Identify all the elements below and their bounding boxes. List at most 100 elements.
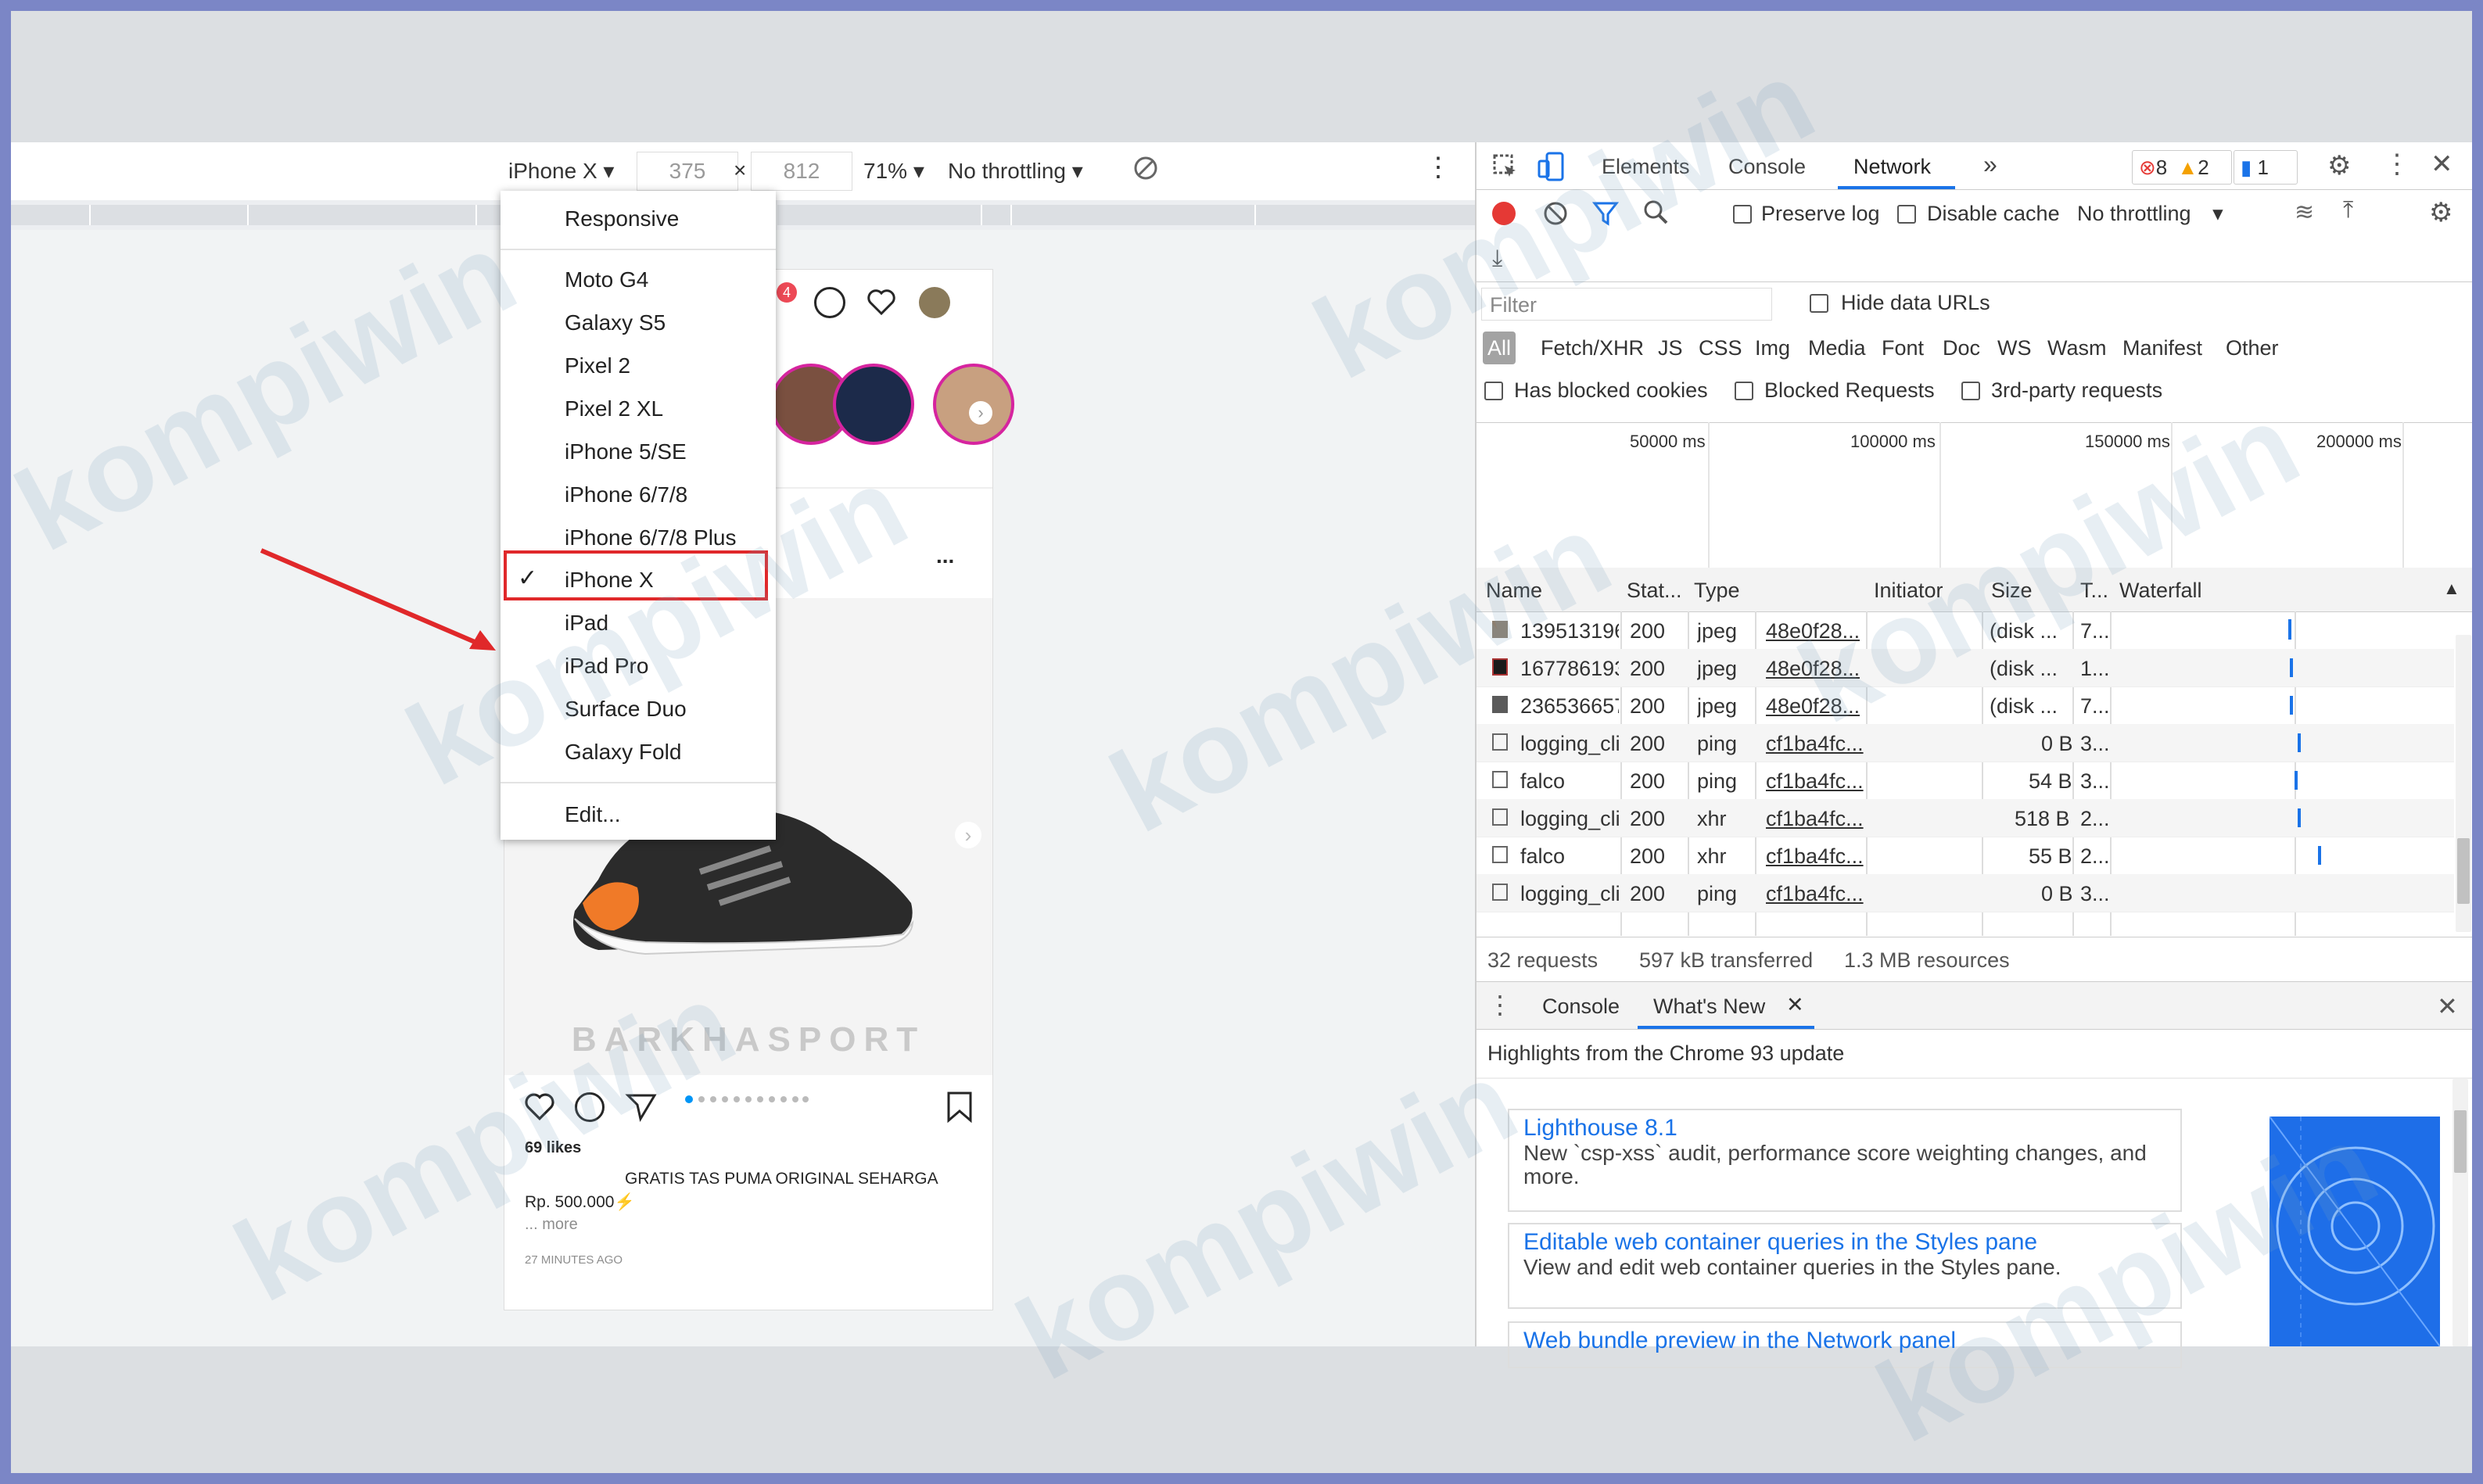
search-icon[interactable] xyxy=(1642,199,1669,231)
filter-type[interactable]: Img xyxy=(1755,336,1790,360)
share-icon[interactable] xyxy=(625,1091,658,1126)
width-input[interactable]: 375 xyxy=(637,152,738,191)
filter-input[interactable]: Filter xyxy=(1481,288,1772,321)
record-icon[interactable] xyxy=(1492,202,1516,225)
drawer-scrollbar[interactable] xyxy=(2453,1079,2468,1346)
table-row[interactable]: logging_client_eve... 200 xhr cf1ba4fc..… xyxy=(1477,799,2454,837)
more-tabs-icon[interactable]: » xyxy=(1983,150,1997,179)
whats-new-card[interactable]: Web bundle preview in the Network panel xyxy=(1508,1321,2182,1368)
row-initiator[interactable]: 48e0f28... xyxy=(1766,619,1860,643)
device-menu-item-selected[interactable]: iPhone X xyxy=(565,568,654,593)
story-avatar[interactable] xyxy=(833,364,914,445)
drawer-tab-whats-new[interactable]: What's New xyxy=(1653,995,1765,1019)
blocked-cookies-checkbox[interactable] xyxy=(1484,382,1503,400)
more-link[interactable]: ... more xyxy=(525,1216,578,1234)
stories-next-icon[interactable]: › xyxy=(969,401,992,425)
download-icon[interactable]: ⤓ xyxy=(1492,246,1502,272)
filter-icon[interactable] xyxy=(1591,200,1620,232)
row-initiator[interactable]: 48e0f28... xyxy=(1766,694,1860,719)
row-initiator[interactable]: cf1ba4fc... xyxy=(1766,882,1864,906)
device-menu-item[interactable]: Galaxy S5 xyxy=(565,310,666,335)
heart-icon[interactable] xyxy=(866,287,897,321)
filter-type[interactable]: Fetch/XHR xyxy=(1541,336,1644,360)
filter-type[interactable]: Other xyxy=(2226,336,2279,360)
messages-badge[interactable]: ▮ 1 xyxy=(2234,150,2298,185)
device-toggle-icon[interactable] xyxy=(1538,152,1564,187)
device-menu-item[interactable]: Pixel 2 XL xyxy=(565,396,663,421)
column-type[interactable]: Type xyxy=(1694,579,1740,603)
bookmark-icon[interactable] xyxy=(945,1091,974,1127)
throttling-select[interactable]: No throttling ▾ xyxy=(948,158,1083,184)
upload-icon[interactable]: ⤒ xyxy=(2343,197,2353,224)
third-party-checkbox[interactable] xyxy=(1961,382,1980,400)
filter-type[interactable]: CSS xyxy=(1699,336,1742,360)
sort-up-icon[interactable]: ▲ xyxy=(2443,579,2460,599)
whats-new-card[interactable]: Lighthouse 8.1 New `csp-xss` audit, perf… xyxy=(1508,1109,2182,1212)
disable-cache-checkbox[interactable] xyxy=(1897,205,1916,224)
device-menu-item[interactable]: iPad xyxy=(565,611,608,636)
column-size[interactable]: Size xyxy=(1991,579,2033,603)
table-row[interactable]: 167786193_22371... 200 jpeg 48e0f28... (… xyxy=(1477,649,2454,687)
post-menu-icon[interactable]: ... xyxy=(936,543,954,568)
table-row[interactable]: 139513196_48390... 200 jpeg 48e0f28... (… xyxy=(1477,611,2454,650)
table-row[interactable]: 236536657_41771... 200 jpeg 48e0f28... (… xyxy=(1477,686,2454,725)
card-title[interactable]: Editable web container queries in the St… xyxy=(1523,1229,2166,1256)
row-initiator[interactable]: cf1ba4fc... xyxy=(1766,807,1864,831)
zoom-select[interactable]: 71% ▾ xyxy=(863,158,924,184)
preserve-log-checkbox[interactable] xyxy=(1733,205,1752,224)
height-input[interactable]: 812 xyxy=(751,152,852,191)
network-settings-gear-icon[interactable]: ⚙ xyxy=(2429,197,2453,228)
close-devtools-icon[interactable]: ✕ xyxy=(2431,149,2453,180)
device-menu-item[interactable]: Moto G4 xyxy=(565,267,648,292)
table-row[interactable]: logging_client_eve... 200 ping cf1ba4fc.… xyxy=(1477,724,2454,762)
filter-type[interactable]: Manifest xyxy=(2122,336,2202,360)
filter-type[interactable]: Font xyxy=(1882,336,1924,360)
hide-data-urls-checkbox[interactable] xyxy=(1810,294,1828,313)
avatar[interactable] xyxy=(919,287,950,318)
filter-type[interactable]: WS xyxy=(1997,336,2032,360)
filter-type[interactable]: Doc xyxy=(1943,336,1980,360)
card-title[interactable]: Web bundle preview in the Network panel xyxy=(1523,1328,2166,1354)
tab-elements[interactable]: Elements xyxy=(1602,155,1690,179)
whats-new-card[interactable]: Editable web container queries in the St… xyxy=(1508,1223,2182,1309)
row-initiator[interactable]: cf1ba4fc... xyxy=(1766,769,1864,794)
device-menu-item[interactable]: iPhone 5/SE xyxy=(565,439,687,464)
clear-icon[interactable] xyxy=(1542,200,1569,232)
tab-console[interactable]: Console xyxy=(1728,155,1806,179)
drawer-tab-console[interactable]: Console xyxy=(1542,995,1620,1019)
filter-type[interactable]: Media xyxy=(1808,336,1866,360)
drawer-menu-icon[interactable]: ⋮ xyxy=(1487,990,1512,1020)
edit-devices-item[interactable]: Edit... xyxy=(565,802,621,827)
row-initiator[interactable]: 48e0f28... xyxy=(1766,657,1860,681)
more-options-icon[interactable]: ⋮ xyxy=(1425,152,1451,183)
table-row[interactable]: falco 200 ping cf1ba4fc... 54 B 3... xyxy=(1477,762,2454,800)
filter-type[interactable]: JS xyxy=(1658,336,1683,360)
inspect-element-icon[interactable] xyxy=(1492,153,1519,185)
device-menu-item[interactable]: Pixel 2 xyxy=(565,353,630,378)
device-menu-item[interactable]: Surface Duo xyxy=(565,697,687,722)
row-initiator[interactable]: cf1ba4fc... xyxy=(1766,732,1864,756)
column-waterfall[interactable]: Waterfall xyxy=(2119,579,2202,603)
explore-icon[interactable] xyxy=(814,287,845,318)
rotate-icon[interactable] xyxy=(1132,155,1159,187)
device-menu-item[interactable]: iPhone 6/7/8 Plus xyxy=(565,525,737,550)
column-initiator[interactable]: Initiator xyxy=(1874,579,1943,603)
comment-icon[interactable] xyxy=(575,1092,605,1122)
network-throttling-select[interactable]: No throttling ▾ xyxy=(2077,202,2223,226)
column-time[interactable]: T... xyxy=(2080,579,2108,603)
close-drawer-icon[interactable]: ✕ xyxy=(2437,991,2458,1021)
more-menu-icon[interactable]: ⋮ xyxy=(2384,149,2410,180)
device-select[interactable]: iPhone X ▾ xyxy=(508,158,614,184)
like-icon[interactable] xyxy=(523,1091,556,1126)
row-initiator[interactable]: cf1ba4fc... xyxy=(1766,844,1864,869)
filter-type-all[interactable]: All xyxy=(1483,332,1516,364)
device-menu-item[interactable]: Galaxy Fold xyxy=(565,740,681,765)
card-title[interactable]: Lighthouse 8.1 xyxy=(1523,1115,2166,1142)
tab-network[interactable]: Network xyxy=(1853,155,1931,179)
column-name[interactable]: Name xyxy=(1486,579,1542,603)
table-scrollbar[interactable] xyxy=(2456,635,2471,932)
table-row[interactable]: falco 200 xhr cf1ba4fc... 55 B 2... xyxy=(1477,837,2454,875)
close-tab-icon[interactable]: ✕ xyxy=(1786,993,1804,1017)
blocked-requests-checkbox[interactable] xyxy=(1735,382,1753,400)
device-menu-item[interactable]: iPad Pro xyxy=(565,654,648,679)
